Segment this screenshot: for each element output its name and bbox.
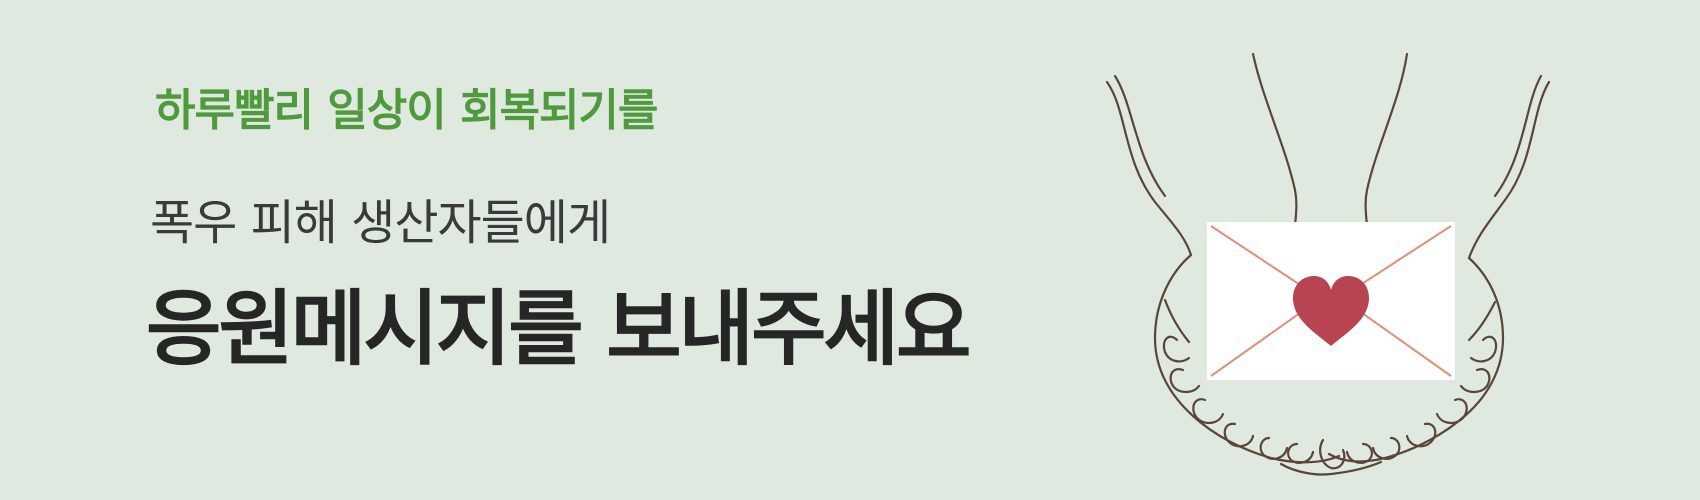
banner-subtitle: 폭우 피해 생산자들에게 [150,195,611,251]
campaign-banner[interactable]: 하루빨리 일상이 회복되기를 폭우 피해 생산자들에게 응원메시지를 보내주세요 [0,0,1700,500]
banner-headline: 응원메시지를 보내주세요 [146,282,971,377]
banner-eyebrow-text: 하루빨리 일상이 회복되기를 [155,85,658,136]
hands-holding-heart-envelope-icon [1085,40,1565,500]
